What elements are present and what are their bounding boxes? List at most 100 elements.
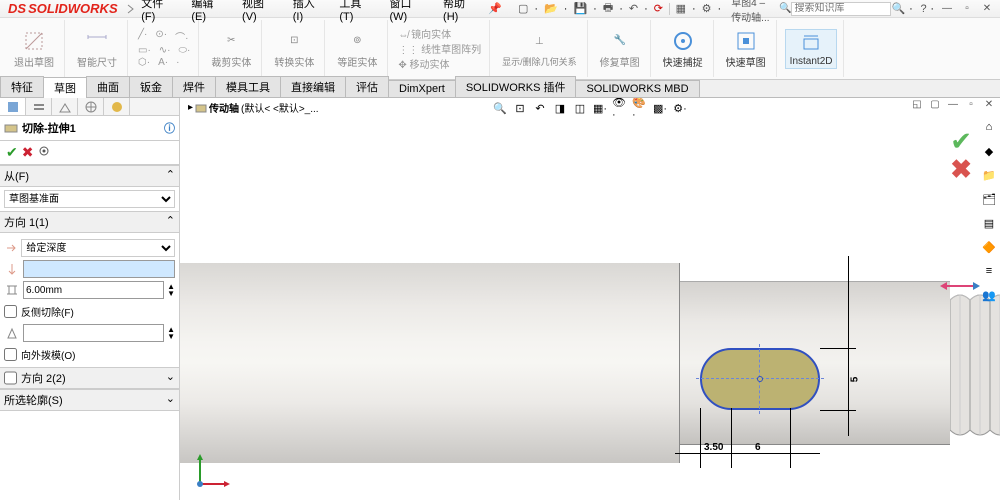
doc-min-icon[interactable]: — xyxy=(946,98,960,110)
select-icon[interactable]: ▦ xyxy=(676,2,686,16)
zoom-area-icon[interactable]: ⊡ xyxy=(512,100,528,116)
zoom-fit-icon[interactable]: 🔍 xyxy=(492,100,508,116)
flip-checkbox[interactable] xyxy=(4,305,17,318)
close-button[interactable]: ✕ xyxy=(980,3,994,15)
spline-tool[interactable]: ∿· xyxy=(157,45,173,56)
tab-sketch[interactable]: 草图 xyxy=(43,77,87,98)
scene-icon[interactable]: ▩· xyxy=(652,100,668,116)
tp-appearance-icon[interactable]: 🔶 xyxy=(980,238,998,256)
tab-directedit[interactable]: 直接编辑 xyxy=(280,76,346,97)
collapse-icon[interactable]: ⌃ xyxy=(166,214,175,230)
pm-tab-feature[interactable] xyxy=(0,98,26,115)
help-icon[interactable]: ⓘ xyxy=(164,120,175,136)
tab-features[interactable]: 特征 xyxy=(0,76,44,97)
tab-surface[interactable]: 曲面 xyxy=(86,76,130,97)
draft-icon[interactable] xyxy=(4,325,20,341)
dim-3-50[interactable]: 3.50 xyxy=(704,442,723,453)
pattern-button[interactable]: ⋮⋮ 线性草图阵列 xyxy=(396,41,483,56)
dir2-checkbox[interactable] xyxy=(4,370,17,386)
pin-icon[interactable]: 📌 xyxy=(488,2,502,15)
quick-sketch-button[interactable]: 快速草图 xyxy=(722,28,770,70)
tab-addins[interactable]: SOLIDWORKS 插件 xyxy=(455,76,577,97)
undo-icon[interactable]: ↶ xyxy=(629,2,638,16)
pm-tab-appear[interactable] xyxy=(104,98,130,115)
options-icon[interactable]: ⚙ xyxy=(702,2,712,16)
hide-show-icon[interactable]: 👁· xyxy=(612,100,628,116)
spinner-icon[interactable]: ▲▼ xyxy=(167,326,175,340)
move-button[interactable]: ✥ 移动实体 xyxy=(396,56,451,71)
snap-button[interactable]: 快速捕捉 xyxy=(659,28,707,70)
chevron-right-icon[interactable] xyxy=(126,4,136,14)
confirm-cancel-icon[interactable]: ✖ xyxy=(950,154,972,185)
arc-tool[interactable]: ⌒· xyxy=(173,29,190,44)
ellipse-tool[interactable]: ⬭· xyxy=(177,45,193,56)
tab-evaluate[interactable]: 评估 xyxy=(345,76,389,97)
search-dd-icon[interactable]: 🔍 xyxy=(891,2,905,16)
save-icon[interactable]: 💾 xyxy=(573,2,587,16)
graphics-view[interactable]: ▸ 传动轴 (默认< <默认>_... 🔍 ⊡ ↶ ◨ ◫ ▦· 👁· 🎨· ▩… xyxy=(180,98,1000,500)
contours-header[interactable]: 所选轮廓(S) xyxy=(4,392,63,408)
preview-button[interactable] xyxy=(37,144,51,161)
rect-tool[interactable]: ▭· xyxy=(136,45,153,56)
tp-home-icon[interactable]: ⌂ xyxy=(980,118,998,136)
tp-custom-icon[interactable]: ≡ xyxy=(980,262,998,280)
dim-6[interactable]: 6 xyxy=(755,442,761,453)
tab-mold[interactable]: 模具工具 xyxy=(215,76,281,97)
pm-tab-config[interactable] xyxy=(26,98,52,115)
view-settings-icon[interactable]: ⚙· xyxy=(672,100,688,116)
collapse-icon[interactable]: ⌃ xyxy=(166,168,175,184)
mirror-button[interactable]: ⇎ 镜向实体 xyxy=(396,26,453,41)
dir2-header[interactable]: 方向 2(2) xyxy=(21,370,66,386)
prev-view-icon[interactable]: ↶ xyxy=(532,100,548,116)
tp-resources-icon[interactable]: ◆ xyxy=(980,142,998,160)
spinner-icon[interactable]: ▲▼ xyxy=(167,283,175,297)
direction-input[interactable] xyxy=(23,260,175,278)
dir1-header[interactable]: 方向 1(1) xyxy=(4,214,49,230)
tp-explorer-icon[interactable]: 🗂 xyxy=(980,190,998,208)
breadcrumb[interactable]: ▸ 传动轴 (默认< <默认>_... xyxy=(188,100,319,115)
tp-forum-icon[interactable]: 👥 xyxy=(980,286,998,304)
offset-button[interactable]: ⊚等距实体 xyxy=(333,28,381,70)
instant2d-button[interactable]: Instant2D xyxy=(785,29,838,69)
trim-button[interactable]: ✂裁剪实体 xyxy=(207,28,255,70)
expand-icon[interactable]: ⌄ xyxy=(166,370,175,386)
appearance-icon[interactable]: 🎨· xyxy=(632,100,648,116)
help-icon[interactable]: ? xyxy=(917,2,930,16)
rebuild-icon[interactable]: ⟳ xyxy=(654,2,663,16)
poly-tool[interactable]: ⬡· xyxy=(136,57,152,68)
tp-design-lib-icon[interactable]: 📁 xyxy=(980,166,998,184)
confirm-ok-icon[interactable]: ✔ xyxy=(950,126,972,157)
circle-tool[interactable]: ⊙· xyxy=(153,29,169,44)
tab-mbd[interactable]: SOLIDWORKS MBD xyxy=(575,80,699,97)
expand-icon[interactable]: ⌄ xyxy=(166,392,175,408)
display-style-icon[interactable]: ▦· xyxy=(592,100,608,116)
depth-input[interactable] xyxy=(23,281,164,299)
doc-max-icon[interactable]: ▢ xyxy=(928,98,942,110)
search-input[interactable] xyxy=(791,2,891,16)
doc-max2-icon[interactable]: ▫ xyxy=(964,98,978,110)
print-icon[interactable]: 🖶 xyxy=(603,2,613,16)
tab-weld[interactable]: 焊件 xyxy=(172,76,216,97)
restore-button[interactable]: ▫ xyxy=(960,3,974,15)
tab-sheetmetal[interactable]: 钣金 xyxy=(129,76,173,97)
from-header[interactable]: 从(F) xyxy=(4,168,29,184)
ok-button[interactable]: ✔ xyxy=(6,144,18,161)
direction-triad[interactable] xyxy=(940,276,980,299)
from-select[interactable]: 草图基准面 xyxy=(4,190,175,208)
cancel-button[interactable]: ✖ xyxy=(22,144,34,161)
direction-icon[interactable] xyxy=(4,261,20,277)
text-tool[interactable]: A· xyxy=(156,57,170,68)
exit-sketch-button[interactable]: 退出草图 xyxy=(10,28,58,70)
minimize-button[interactable]: — xyxy=(940,3,954,15)
view-orient-icon[interactable]: ◫ xyxy=(572,100,588,116)
point-tool[interactable]: · xyxy=(174,57,181,68)
tab-dimxpert[interactable]: DimXpert xyxy=(388,80,456,97)
doc-restore-icon[interactable]: ◱ xyxy=(910,98,924,110)
repair-button[interactable]: 🔧修复草图 xyxy=(596,28,644,70)
pm-tab-dim[interactable] xyxy=(78,98,104,115)
line-tool[interactable]: ╱· xyxy=(136,29,149,44)
section-icon[interactable]: ◨ xyxy=(552,100,568,116)
view-triad[interactable] xyxy=(192,452,232,492)
pm-tab-display[interactable] xyxy=(52,98,78,115)
new-icon[interactable]: ▢ xyxy=(518,2,528,16)
